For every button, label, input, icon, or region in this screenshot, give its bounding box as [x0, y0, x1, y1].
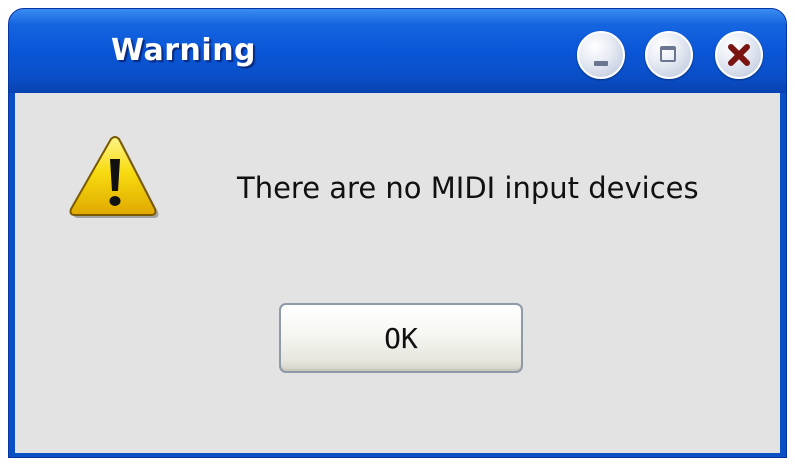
dialog-message: There are no MIDI input devices: [237, 171, 699, 205]
minimize-icon: [594, 61, 608, 66]
maximize-button[interactable]: [645, 31, 693, 79]
close-button[interactable]: [715, 31, 763, 79]
close-icon: [728, 44, 750, 66]
window-title: Warning: [111, 33, 257, 68]
warning-dialog-window: Warning There are no MIDI input devices …: [8, 8, 787, 458]
warning-icon: [69, 136, 159, 218]
maximize-icon: [660, 46, 676, 62]
dialog-body: There are no MIDI input devices OK: [15, 93, 780, 453]
title-bar[interactable]: Warning: [9, 9, 786, 93]
minimize-button[interactable]: [577, 31, 625, 79]
ok-button[interactable]: OK: [279, 303, 523, 373]
